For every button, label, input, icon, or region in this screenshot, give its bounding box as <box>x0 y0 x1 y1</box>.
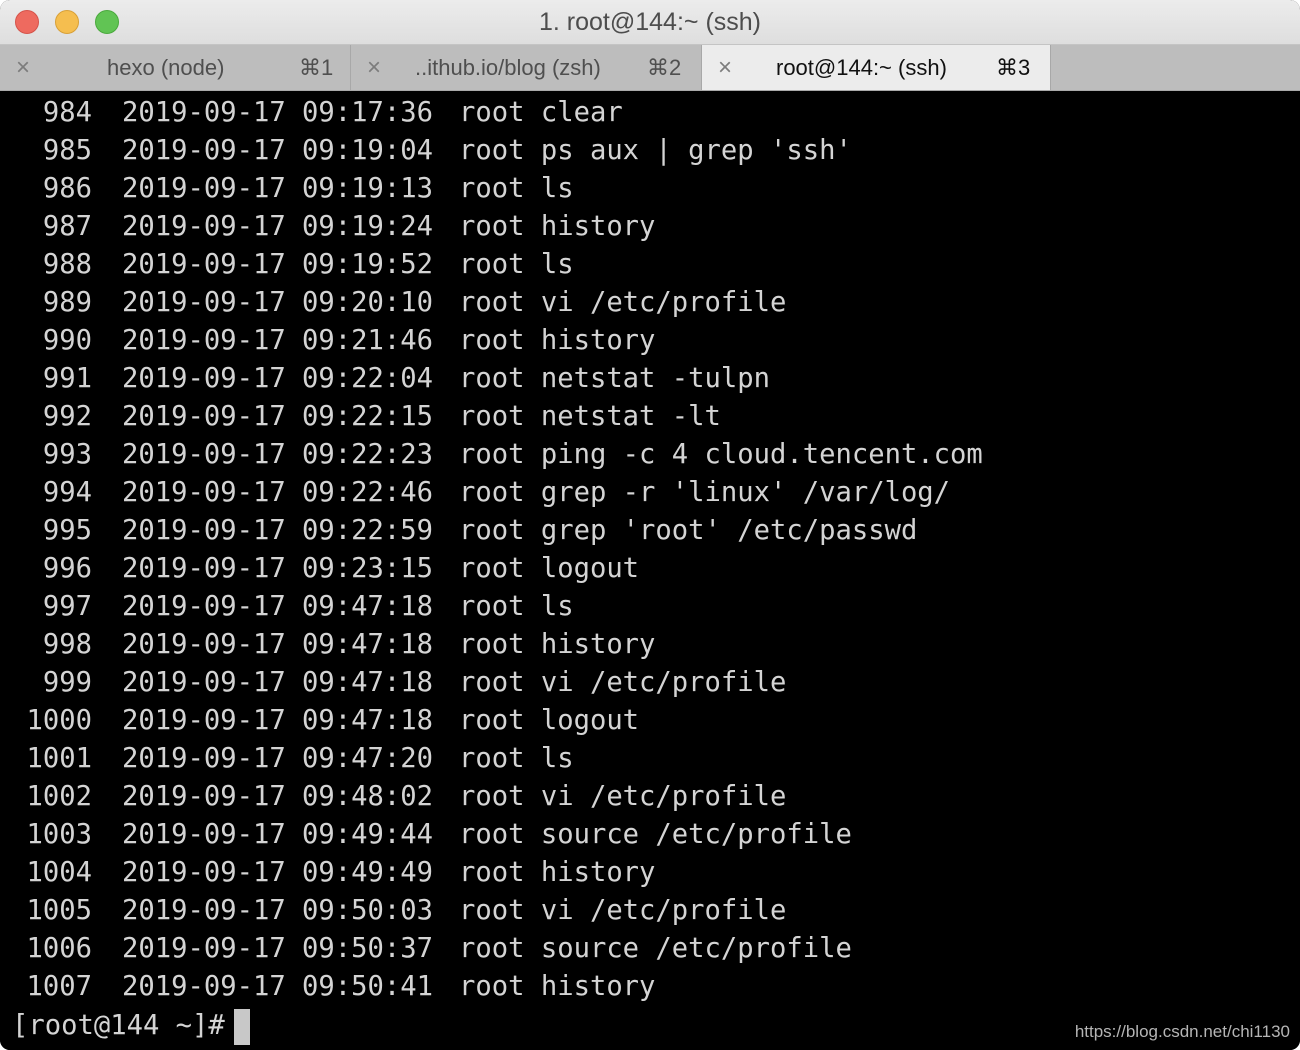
history-timestamp: 2019-09-17 09:22:15 <box>122 401 433 432</box>
history-command: root ping -c 4 cloud.tencent.com <box>459 439 983 470</box>
history-number: 987 <box>42 211 92 242</box>
history-command: root ls <box>459 743 574 774</box>
history-timestamp: 2019-09-17 09:19:52 <box>122 249 433 280</box>
history-timestamp: 2019-09-17 09:22:23 <box>122 439 433 470</box>
shell-prompt: [root@144 ~]# <box>12 1010 225 1041</box>
history-command: root logout <box>459 705 640 736</box>
history-command: root ls <box>459 591 574 622</box>
history-timestamp: 2019-09-17 09:19:24 <box>122 211 433 242</box>
history-number: 992 <box>42 401 92 432</box>
history-number: 994 <box>42 477 92 508</box>
tab-hexo-node[interactable]: × hexo (node) ⌘1 <box>0 45 351 90</box>
history-command: root source /etc/profile <box>459 819 852 850</box>
history-number: 984 <box>42 97 92 128</box>
tab-shortcut: ⌘2 <box>647 55 682 80</box>
history-number: 986 <box>42 173 92 204</box>
history-timestamp: 2019-09-17 09:49:44 <box>122 819 433 850</box>
history-command: root vi /etc/profile <box>459 895 787 926</box>
tab-blog-zsh[interactable]: × ..ithub.io/blog (zsh) ⌘2 <box>351 45 702 90</box>
history-timestamp: 2019-09-17 09:47:20 <box>122 743 433 774</box>
history-timestamp: 2019-09-17 09:20:10 <box>122 287 433 318</box>
history-number: 1003 <box>26 819 92 850</box>
tab-label: hexo (node) <box>107 55 225 80</box>
history-timestamp: 2019-09-17 09:47:18 <box>122 629 433 660</box>
history-number: 990 <box>42 325 92 356</box>
tab-bar: × hexo (node) ⌘1 × ..ithub.io/blog (zsh)… <box>0 45 1300 91</box>
history-command: root netstat -tulpn <box>459 363 770 394</box>
history-number: 997 <box>42 591 92 622</box>
close-tab-icon[interactable]: × <box>16 45 30 90</box>
history-number: 1000 <box>26 705 92 736</box>
terminal-window: 1. root@144:~ (ssh) × hexo (node) ⌘1 × .… <box>0 0 1300 1050</box>
history-timestamp: 2019-09-17 09:22:46 <box>122 477 433 508</box>
history-command: root vi /etc/profile <box>459 287 787 318</box>
close-tab-icon[interactable]: × <box>718 45 732 90</box>
history-number: 998 <box>42 629 92 660</box>
history-timestamp: 2019-09-17 09:22:04 <box>122 363 433 394</box>
history-timestamp: 2019-09-17 09:22:59 <box>122 515 433 546</box>
history-number: 1006 <box>26 933 92 964</box>
tab-label: ..ithub.io/blog (zsh) <box>415 55 601 80</box>
tab-root-ssh[interactable]: × root@144:~ (ssh) ⌘3 <box>702 45 1051 90</box>
history-command: root clear <box>459 97 623 128</box>
history-timestamp: 2019-09-17 09:19:13 <box>122 173 433 204</box>
history-command: root source /etc/profile <box>459 933 852 964</box>
history-number: 1001 <box>26 743 92 774</box>
history-timestamp: 2019-09-17 09:47:18 <box>122 667 433 698</box>
history-number: 991 <box>42 363 92 394</box>
history-timestamp: 2019-09-17 09:50:03 <box>122 895 433 926</box>
history-command: root history <box>459 857 656 888</box>
history-number: 1004 <box>26 857 92 888</box>
history-number: 996 <box>42 553 92 584</box>
history-number: 1007 <box>26 971 92 1002</box>
history-command: root ls <box>459 173 574 204</box>
history-command: root ls <box>459 249 574 280</box>
terminal-output[interactable]: 984 2019-09-17 09:17:36 root clear 985 2019-… <box>0 91 1300 1050</box>
tab-label: root@144:~ (ssh) <box>776 55 947 80</box>
history-timestamp: 2019-09-17 09:50:37 <box>122 933 433 964</box>
history-command: root netstat -lt <box>459 401 721 432</box>
history-number: 995 <box>42 515 92 546</box>
history-command: root grep 'root' /etc/passwd <box>459 515 918 546</box>
history-timestamp: 2019-09-17 09:49:49 <box>122 857 433 888</box>
history-number: 988 <box>42 249 92 280</box>
window-title: 1. root@144:~ (ssh) <box>538 8 761 36</box>
history-timestamp: 2019-09-17 09:17:36 <box>122 97 433 128</box>
history-timestamp: 2019-09-17 09:47:18 <box>122 591 433 622</box>
text-cursor <box>234 1009 250 1045</box>
history-timestamp: 2019-09-17 09:50:41 <box>122 971 433 1002</box>
history-command: root grep -r 'linux' /var/log/ <box>459 477 951 508</box>
history-number: 985 <box>42 135 92 166</box>
history-command: root vi /etc/profile <box>459 667 787 698</box>
history-number: 993 <box>42 439 92 470</box>
history-number: 999 <box>42 667 92 698</box>
close-tab-icon[interactable]: × <box>367 45 381 90</box>
history-number: 1005 <box>26 895 92 926</box>
history-number: 989 <box>42 287 92 318</box>
history-timestamp: 2019-09-17 09:21:46 <box>122 325 433 356</box>
history-command: root logout <box>459 553 640 584</box>
history-command: root history <box>459 971 656 1002</box>
tab-shortcut: ⌘1 <box>299 55 334 80</box>
history-number: 1002 <box>26 781 92 812</box>
history-command: root history <box>459 211 656 242</box>
history-command: root history <box>459 629 656 660</box>
history-command: root history <box>459 325 656 356</box>
title-bar[interactable]: 1. root@144:~ (ssh) <box>0 0 1300 45</box>
history-timestamp: 2019-09-17 09:23:15 <box>122 553 433 584</box>
watermark: https://blog.csdn.net/chi1130 <box>1074 1022 1290 1041</box>
history-command: root vi /etc/profile <box>459 781 787 812</box>
history-timestamp: 2019-09-17 09:47:18 <box>122 705 433 736</box>
history-timestamp: 2019-09-17 09:19:04 <box>122 135 433 166</box>
history-timestamp: 2019-09-17 09:48:02 <box>122 781 433 812</box>
history-command: root ps aux | grep 'ssh' <box>459 135 852 166</box>
tab-shortcut: ⌘3 <box>996 55 1031 80</box>
